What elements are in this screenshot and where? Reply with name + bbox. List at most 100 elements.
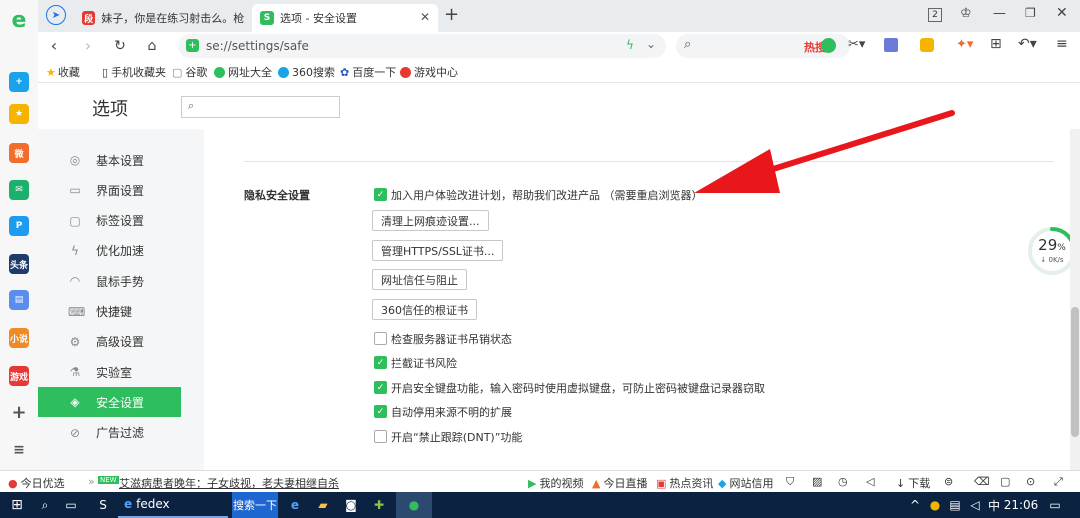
- forward-icon[interactable]: ›: [78, 36, 98, 56]
- active-browser-icon[interactable]: ●: [396, 492, 432, 518]
- image-icon[interactable]: ▨: [812, 475, 822, 488]
- clear-traces-settings-button[interactable]: 清理上网痕迹设置...: [372, 210, 489, 231]
- close-window-icon[interactable]: ✕: [1056, 5, 1068, 21]
- add-app-icon[interactable]: +: [9, 402, 29, 423]
- clock-icon[interactable]: ◷: [838, 475, 848, 488]
- store-icon[interactable]: S: [92, 492, 114, 518]
- address-text[interactable]: se://settings/safe: [206, 39, 309, 53]
- ie-logo[interactable]: e: [9, 8, 29, 33]
- nav-item[interactable]: ▢ 标签设置: [38, 206, 181, 236]
- tray-360-icon[interactable]: ●: [926, 492, 944, 518]
- option-checkbox[interactable]: [374, 430, 387, 443]
- minimize-icon[interactable]: —: [993, 6, 1006, 21]
- menu-icon[interactable]: ≡: [1056, 36, 1068, 52]
- nav-item[interactable]: ◠ 鼠标手势: [38, 266, 181, 296]
- nav-item[interactable]: ◎ 基本设置: [38, 145, 181, 175]
- speaker-icon[interactable]: ◁: [866, 475, 874, 488]
- bookmark-google[interactable]: ▢ 谷歌: [172, 64, 207, 80]
- lightning-icon[interactable]: ϟ: [626, 38, 634, 52]
- nav-item[interactable]: ϟ 优化加速: [38, 236, 181, 266]
- search-task-button[interactable]: 搜索一下: [232, 492, 278, 518]
- game-controller-icon[interactable]: ✦▾: [956, 37, 973, 52]
- url-trust-block-button[interactable]: 网址信任与阻止: [372, 269, 467, 290]
- mail-icon[interactable]: ✉: [9, 180, 29, 200]
- edge-icon[interactable]: e: [284, 492, 306, 518]
- tab-settings[interactable]: S 选项 - 安全设置 ✕: [252, 4, 438, 32]
- tab-article[interactable]: 段 妹子，你是在练习射击么。枪法: [74, 4, 244, 32]
- nav-item[interactable]: ⊘ 广告过滤: [38, 418, 181, 448]
- game-icon[interactable]: 游戏: [9, 366, 29, 386]
- back-icon[interactable]: ‹: [44, 36, 64, 56]
- rail-menu-icon[interactable]: ≡: [9, 440, 29, 460]
- nav-item[interactable]: ▭ 界面设置: [38, 175, 181, 205]
- undo-icon[interactable]: ↶▾: [1018, 36, 1037, 52]
- zoom-icon[interactable]: ⊙: [1026, 475, 1035, 488]
- nav-item[interactable]: ⚙ 高级设置: [38, 327, 181, 357]
- address-bar[interactable]: + se://settings/safe ϟ ⌄: [178, 34, 666, 58]
- daily-picks[interactable]: ● 今日优选: [8, 475, 65, 491]
- translate-icon[interactable]: [884, 38, 898, 52]
- network-icon[interactable]: ▤: [946, 492, 964, 518]
- scrollbar-thumb[interactable]: [1071, 307, 1079, 437]
- volume-icon[interactable]: ◁: [966, 492, 984, 518]
- fullscreen-icon[interactable]: ⤢: [1054, 475, 1063, 489]
- option-checkbox[interactable]: ✓: [374, 188, 387, 201]
- pdf-icon[interactable]: P: [9, 216, 29, 236]
- grid-icon[interactable]: ⊞: [990, 36, 1002, 52]
- option-checkbox[interactable]: [374, 332, 387, 345]
- nav-item[interactable]: ◈ 安全设置: [38, 387, 181, 418]
- tray-chevron-icon[interactable]: ^: [908, 492, 922, 518]
- live-today[interactable]: ▲ 今日直播: [592, 475, 647, 491]
- task-view-icon[interactable]: ▭: [60, 492, 82, 518]
- settings-search-input[interactable]: ⌕: [181, 96, 340, 118]
- trash-icon[interactable]: ⌫: [974, 475, 990, 488]
- refresh-icon[interactable]: ↻: [110, 36, 130, 56]
- news-icon[interactable]: 头条: [9, 254, 29, 274]
- scrollbar[interactable]: [1070, 129, 1080, 470]
- doc-icon[interactable]: ▤: [9, 290, 29, 310]
- nav-item[interactable]: ⌨ 快捷键: [38, 297, 181, 327]
- favorites-icon[interactable]: ★: [9, 104, 29, 124]
- bookmark-mobile[interactable]: ▯ 手机收藏夹: [102, 64, 166, 80]
- bookmark-favorites[interactable]: ★ 收藏: [46, 64, 80, 80]
- skin-icon[interactable]: ♔: [960, 6, 972, 21]
- weibo-icon[interactable]: 微: [9, 143, 29, 163]
- gamepad-icon[interactable]: ⊜: [944, 475, 953, 488]
- my-videos[interactable]: ▶ 我的视频: [528, 475, 583, 491]
- option-checkbox[interactable]: ✓: [374, 356, 387, 369]
- clock[interactable]: 21:06: [1004, 492, 1039, 518]
- security-icon[interactable]: ⛉: [786, 475, 794, 489]
- option-checkbox[interactable]: ✓: [374, 405, 387, 418]
- new-tab-button[interactable]: +: [444, 4, 459, 25]
- chevron-down-icon[interactable]: ⌄: [646, 37, 656, 51]
- option-checkbox[interactable]: ✓: [374, 381, 387, 394]
- hot-news[interactable]: ▣ 热点资讯: [656, 475, 713, 491]
- scissors-icon[interactable]: ✂▾: [848, 37, 865, 52]
- navigate-icon[interactable]: ➤: [46, 5, 66, 25]
- green-extension-icon[interactable]: [821, 38, 836, 53]
- bookmark-game-center[interactable]: 游戏中心: [400, 64, 458, 80]
- manage-certificates-button[interactable]: 管理HTTPS/SSL证书...: [372, 240, 504, 261]
- home-icon[interactable]: ⌂: [142, 36, 162, 56]
- novel-icon[interactable]: 小说: [9, 328, 29, 348]
- app-icon[interactable]: ✚: [368, 492, 390, 518]
- nav-item[interactable]: ⚗ 实验室: [38, 357, 181, 387]
- site-credit[interactable]: ◆ 网站信用: [718, 475, 773, 491]
- ime-indicator[interactable]: 中: [984, 492, 1004, 518]
- coupon-icon[interactable]: [920, 38, 934, 52]
- window-icon[interactable]: ▢: [1000, 475, 1010, 488]
- download-button[interactable]: ↓ 下载: [896, 475, 930, 491]
- restore-icon[interactable]: ❐: [1025, 6, 1036, 20]
- notification-icon[interactable]: ▭: [1044, 492, 1066, 518]
- bookmark-url-directory[interactable]: 网址大全: [214, 64, 272, 80]
- search-icon[interactable]: ⌕: [34, 492, 56, 518]
- store-bag-icon[interactable]: ◙: [340, 492, 362, 518]
- trusted-root-certs-button[interactable]: 360信任的根证书: [372, 299, 477, 320]
- start-icon[interactable]: ⊞: [4, 492, 30, 518]
- add-icon[interactable]: +: [9, 72, 29, 92]
- close-tab-icon[interactable]: ✕: [420, 10, 430, 24]
- browser-task[interactable]: e fedex: [118, 492, 228, 518]
- news-ticker[interactable]: 艾滋病患者晚年：子女歧视，老夫妻相继自杀: [119, 475, 339, 491]
- folder-icon[interactable]: ▰: [312, 492, 334, 518]
- chevron-double-icon[interactable]: »: [88, 475, 95, 488]
